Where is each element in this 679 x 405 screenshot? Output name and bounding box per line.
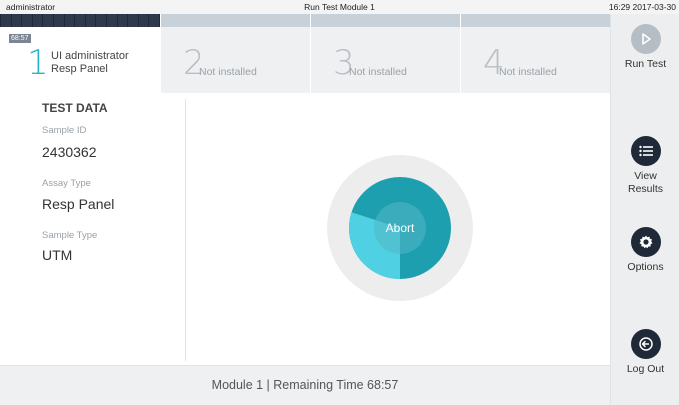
run-test-label: Run Test (624, 58, 667, 70)
tab-module-4[interactable]: 4 Not installed (461, 14, 610, 93)
options-label: Options (627, 261, 664, 273)
module-tabs: 68:57 1 UI administrator Resp Panel 2 No… (0, 14, 610, 93)
clock: 16:29 2017-03-30 (608, 2, 676, 12)
assay-type-value: Resp Panel (42, 196, 115, 212)
sample-id-label: Sample ID (42, 125, 87, 136)
list-icon (630, 136, 661, 166)
view-results-label-1: View (634, 170, 657, 182)
status-footer: Module 1 | Remaining Time 68:57 (0, 365, 610, 405)
view-results-label-2: Results (627, 183, 663, 195)
module-1-timer: 68:57 (9, 34, 31, 43)
log-out-label: Log Out (626, 363, 665, 375)
options-button[interactable]: Options (611, 227, 679, 274)
window-title: Run Test Module 1 (304, 2, 375, 12)
run-test-button[interactable]: Run Test (611, 24, 679, 71)
module-1-number: 1 (27, 43, 49, 83)
sample-id-value: 2430362 (42, 144, 97, 160)
module-4-status: Not installed (499, 66, 557, 78)
gear-icon (630, 227, 661, 257)
logout-icon (630, 329, 661, 359)
panel-divider (185, 99, 186, 361)
test-data-heading: TEST DATA (42, 101, 108, 115)
module-3-status: Not installed (349, 66, 407, 78)
log-out-button[interactable]: Log Out (611, 329, 679, 376)
module-1-progress-bar (0, 14, 160, 27)
test-data-panel: TEST DATA Sample ID 2430362 Assay Type R… (0, 93, 186, 365)
module-1-user: UI administrator (51, 50, 129, 62)
status-bar: administrator Run Test Module 1 16:29 20… (0, 0, 679, 14)
module-2-status: Not installed (199, 66, 257, 78)
tab-module-1[interactable]: 68:57 1 UI administrator Resp Panel (0, 14, 160, 93)
abort-label[interactable]: Abort (386, 221, 415, 235)
view-results-button[interactable]: View Results (611, 136, 679, 196)
remaining-time-text: Module 1 | Remaining Time 68:57 (211, 378, 399, 392)
sample-type-label: Sample Type (42, 230, 98, 241)
sample-type-value: UTM (42, 247, 73, 263)
tab-module-3[interactable]: 3 Not installed (311, 14, 460, 93)
assay-type-label: Assay Type (42, 178, 91, 189)
play-icon (630, 24, 661, 54)
tab-module-2[interactable]: 2 Not installed (161, 14, 310, 93)
run-progress-area: Abort (187, 93, 610, 365)
module-1-assay: Resp Panel (51, 63, 108, 75)
progress-ring: Abort (327, 155, 473, 301)
action-rail: Run Test View Results Options Log Out (610, 14, 679, 405)
